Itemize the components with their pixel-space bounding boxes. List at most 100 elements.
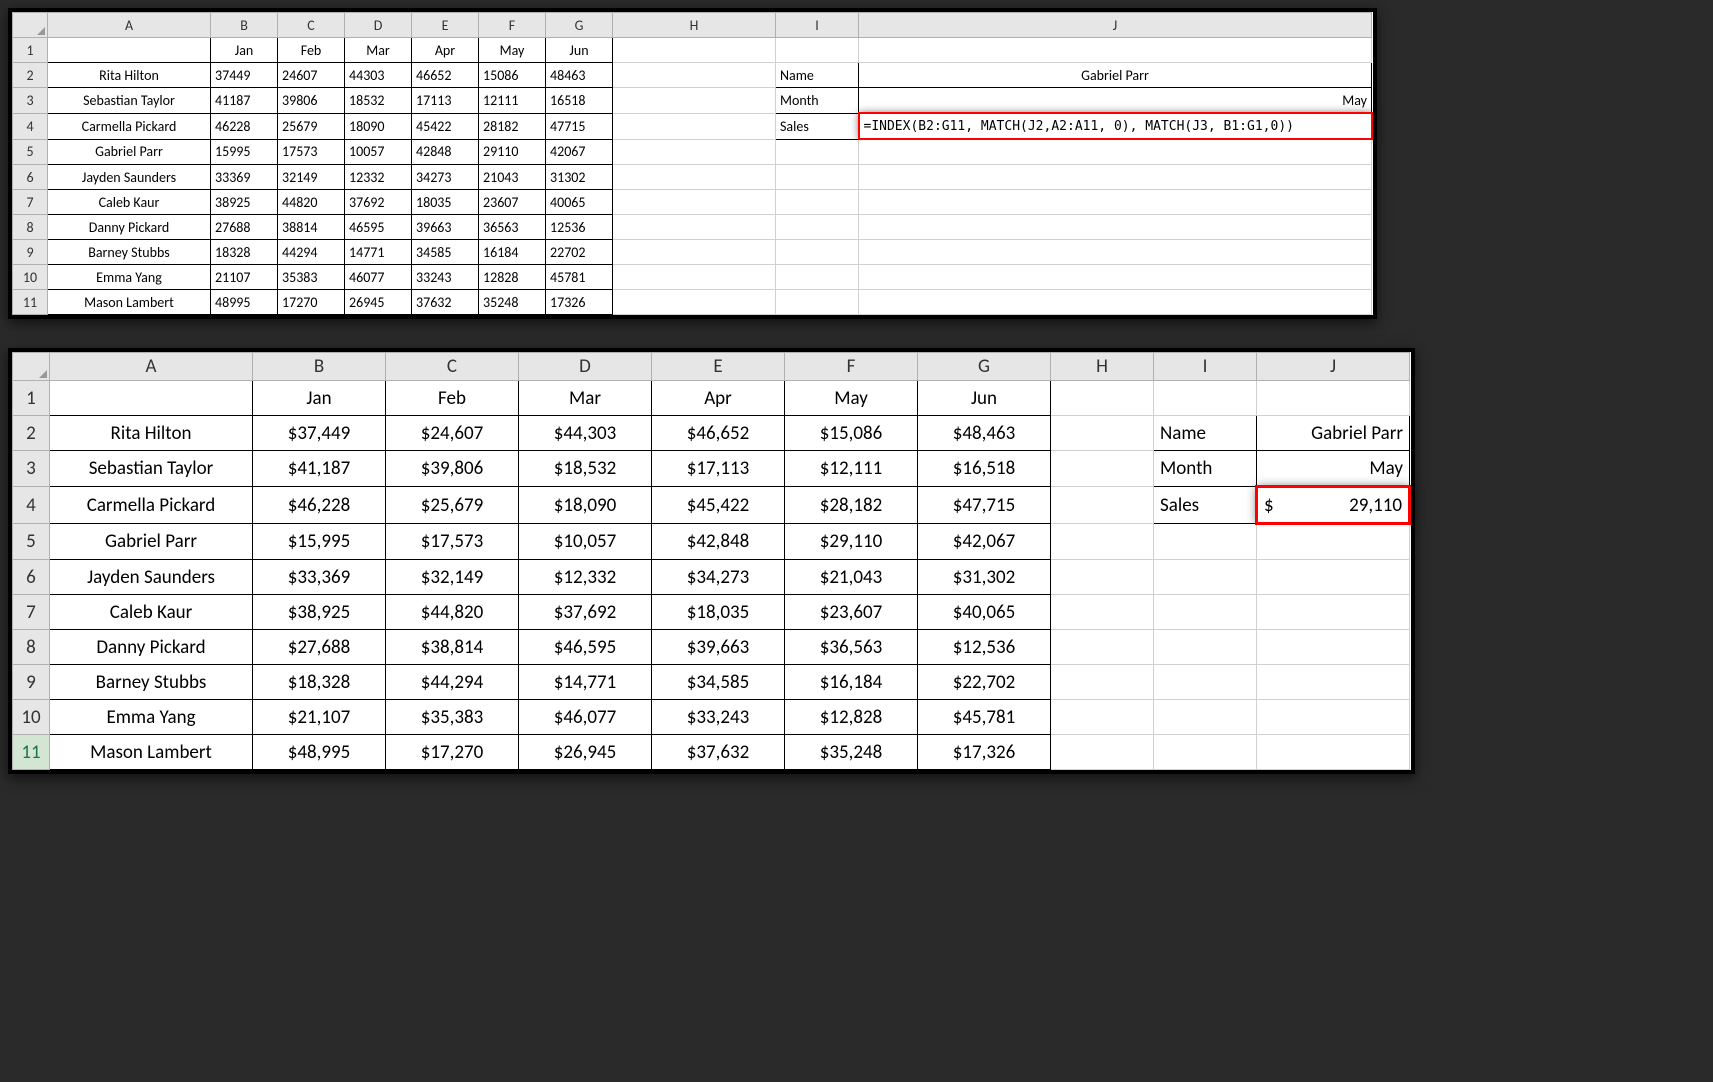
cell[interactable]: Caleb Kaur bbox=[48, 190, 211, 215]
cell[interactable]: 44294 bbox=[278, 240, 345, 265]
cell[interactable]: $42,848 bbox=[652, 524, 785, 560]
cell[interactable]: 35383 bbox=[278, 265, 345, 290]
cell[interactable]: Sebastian Taylor bbox=[48, 88, 211, 114]
row-header[interactable]: 7 bbox=[13, 190, 48, 215]
cell[interactable]: 22702 bbox=[546, 240, 613, 265]
col-header[interactable]: C bbox=[278, 13, 345, 38]
cell[interactable] bbox=[613, 215, 776, 240]
select-all-corner[interactable] bbox=[13, 13, 48, 38]
cell[interactable] bbox=[1051, 665, 1154, 700]
cell[interactable]: 42848 bbox=[412, 139, 479, 165]
cell[interactable]: 18090 bbox=[345, 113, 412, 139]
cell[interactable]: 17573 bbox=[278, 139, 345, 165]
cell[interactable]: $39,806 bbox=[386, 451, 519, 487]
cell[interactable]: $29,110 bbox=[785, 524, 918, 560]
col-header[interactable]: B bbox=[253, 353, 386, 381]
cell[interactable]: 41187 bbox=[211, 88, 278, 114]
cell[interactable]: 38814 bbox=[278, 215, 345, 240]
cell[interactable] bbox=[1257, 665, 1410, 700]
cell[interactable]: 12828 bbox=[479, 265, 546, 290]
cell[interactable]: $24,607 bbox=[386, 416, 519, 451]
cell[interactable]: 34585 bbox=[412, 240, 479, 265]
cell[interactable]: $16,184 bbox=[785, 665, 918, 700]
col-header[interactable]: J bbox=[859, 13, 1372, 38]
cell[interactable]: 37632 bbox=[412, 290, 479, 315]
cell[interactable]: Mason Lambert bbox=[50, 735, 253, 770]
cell[interactable] bbox=[1154, 595, 1257, 630]
cell[interactable]: Rita Hilton bbox=[50, 416, 253, 451]
cell[interactable] bbox=[1154, 700, 1257, 735]
cell[interactable]: 24607 bbox=[278, 63, 345, 88]
cell[interactable]: $33,369 bbox=[253, 560, 386, 595]
cell[interactable]: $42,067 bbox=[918, 524, 1051, 560]
cell[interactable] bbox=[613, 63, 776, 88]
cell[interactable]: $34,273 bbox=[652, 560, 785, 595]
cell[interactable]: 15995 bbox=[211, 139, 278, 165]
cell[interactable]: $28,182 bbox=[785, 487, 918, 524]
cell[interactable]: 46595 bbox=[345, 215, 412, 240]
col-header[interactable]: B bbox=[211, 13, 278, 38]
lookup-sales-label[interactable]: Sales bbox=[1154, 487, 1257, 524]
cell[interactable]: 28182 bbox=[479, 113, 546, 139]
lookup-sales-result[interactable]: $ 29,110 bbox=[1257, 487, 1410, 524]
cell[interactable]: $32,149 bbox=[386, 560, 519, 595]
lookup-month-value[interactable]: May bbox=[859, 88, 1372, 114]
cell[interactable] bbox=[1051, 381, 1154, 416]
row-header[interactable]: 4 bbox=[13, 113, 48, 139]
cell[interactable]: 12111 bbox=[479, 88, 546, 114]
cell[interactable] bbox=[776, 265, 859, 290]
cell[interactable]: 45422 bbox=[412, 113, 479, 139]
row-header[interactable]: 5 bbox=[13, 139, 48, 165]
cell[interactable] bbox=[776, 139, 859, 165]
cell[interactable]: 48463 bbox=[546, 63, 613, 88]
col-header[interactable]: A bbox=[50, 353, 253, 381]
cell[interactable]: $40,065 bbox=[918, 595, 1051, 630]
cell[interactable] bbox=[859, 265, 1372, 290]
lookup-formula-cell[interactable]: =INDEX(B2:G11, MATCH(J2,A2:A11, 0), MATC… bbox=[859, 113, 1372, 139]
cell[interactable] bbox=[613, 290, 776, 315]
col-header[interactable]: F bbox=[479, 13, 546, 38]
cell[interactable]: 36563 bbox=[479, 215, 546, 240]
row-header[interactable]: 7 bbox=[13, 595, 50, 630]
cell[interactable]: $46,077 bbox=[519, 700, 652, 735]
row-header[interactable]: 10 bbox=[13, 265, 48, 290]
row-header[interactable]: 10 bbox=[13, 700, 50, 735]
cell[interactable] bbox=[859, 38, 1372, 63]
cell[interactable] bbox=[1257, 595, 1410, 630]
cell[interactable]: 26945 bbox=[345, 290, 412, 315]
spreadsheet-2[interactable]: A B C D E F G H I J 1 Jan Feb Mar Apr Ma… bbox=[12, 352, 1411, 770]
cell[interactable]: 18328 bbox=[211, 240, 278, 265]
cell[interactable]: 12536 bbox=[546, 215, 613, 240]
col-header[interactable]: E bbox=[652, 353, 785, 381]
cell[interactable]: Barney Stubbs bbox=[50, 665, 253, 700]
cell[interactable]: 10057 bbox=[345, 139, 412, 165]
row-header[interactable]: 1 bbox=[13, 38, 48, 63]
cell[interactable]: Apr bbox=[652, 381, 785, 416]
cell[interactable]: 29110 bbox=[479, 139, 546, 165]
cell[interactable]: Jun bbox=[918, 381, 1051, 416]
cell[interactable]: 17326 bbox=[546, 290, 613, 315]
cell[interactable]: Feb bbox=[278, 38, 345, 63]
row-header[interactable]: 8 bbox=[13, 215, 48, 240]
col-header[interactable]: H bbox=[613, 13, 776, 38]
col-header[interactable]: I bbox=[776, 13, 859, 38]
cell[interactable] bbox=[1154, 630, 1257, 665]
cell[interactable]: Carmella Pickard bbox=[50, 487, 253, 524]
col-header[interactable]: J bbox=[1257, 353, 1410, 381]
row-header[interactable]: 8 bbox=[13, 630, 50, 665]
cell[interactable] bbox=[776, 38, 859, 63]
cell[interactable] bbox=[1154, 524, 1257, 560]
cell[interactable]: 33369 bbox=[211, 165, 278, 190]
cell[interactable]: 44303 bbox=[345, 63, 412, 88]
cell[interactable] bbox=[50, 381, 253, 416]
cell[interactable]: $18,328 bbox=[253, 665, 386, 700]
cell[interactable]: 17113 bbox=[412, 88, 479, 114]
cell[interactable]: $46,228 bbox=[253, 487, 386, 524]
cell[interactable] bbox=[1154, 381, 1257, 416]
cell[interactable] bbox=[1257, 524, 1410, 560]
cell[interactable]: $10,057 bbox=[519, 524, 652, 560]
cell[interactable] bbox=[1051, 630, 1154, 665]
cell[interactable]: $46,652 bbox=[652, 416, 785, 451]
cell[interactable] bbox=[1257, 735, 1410, 770]
cell[interactable] bbox=[776, 190, 859, 215]
